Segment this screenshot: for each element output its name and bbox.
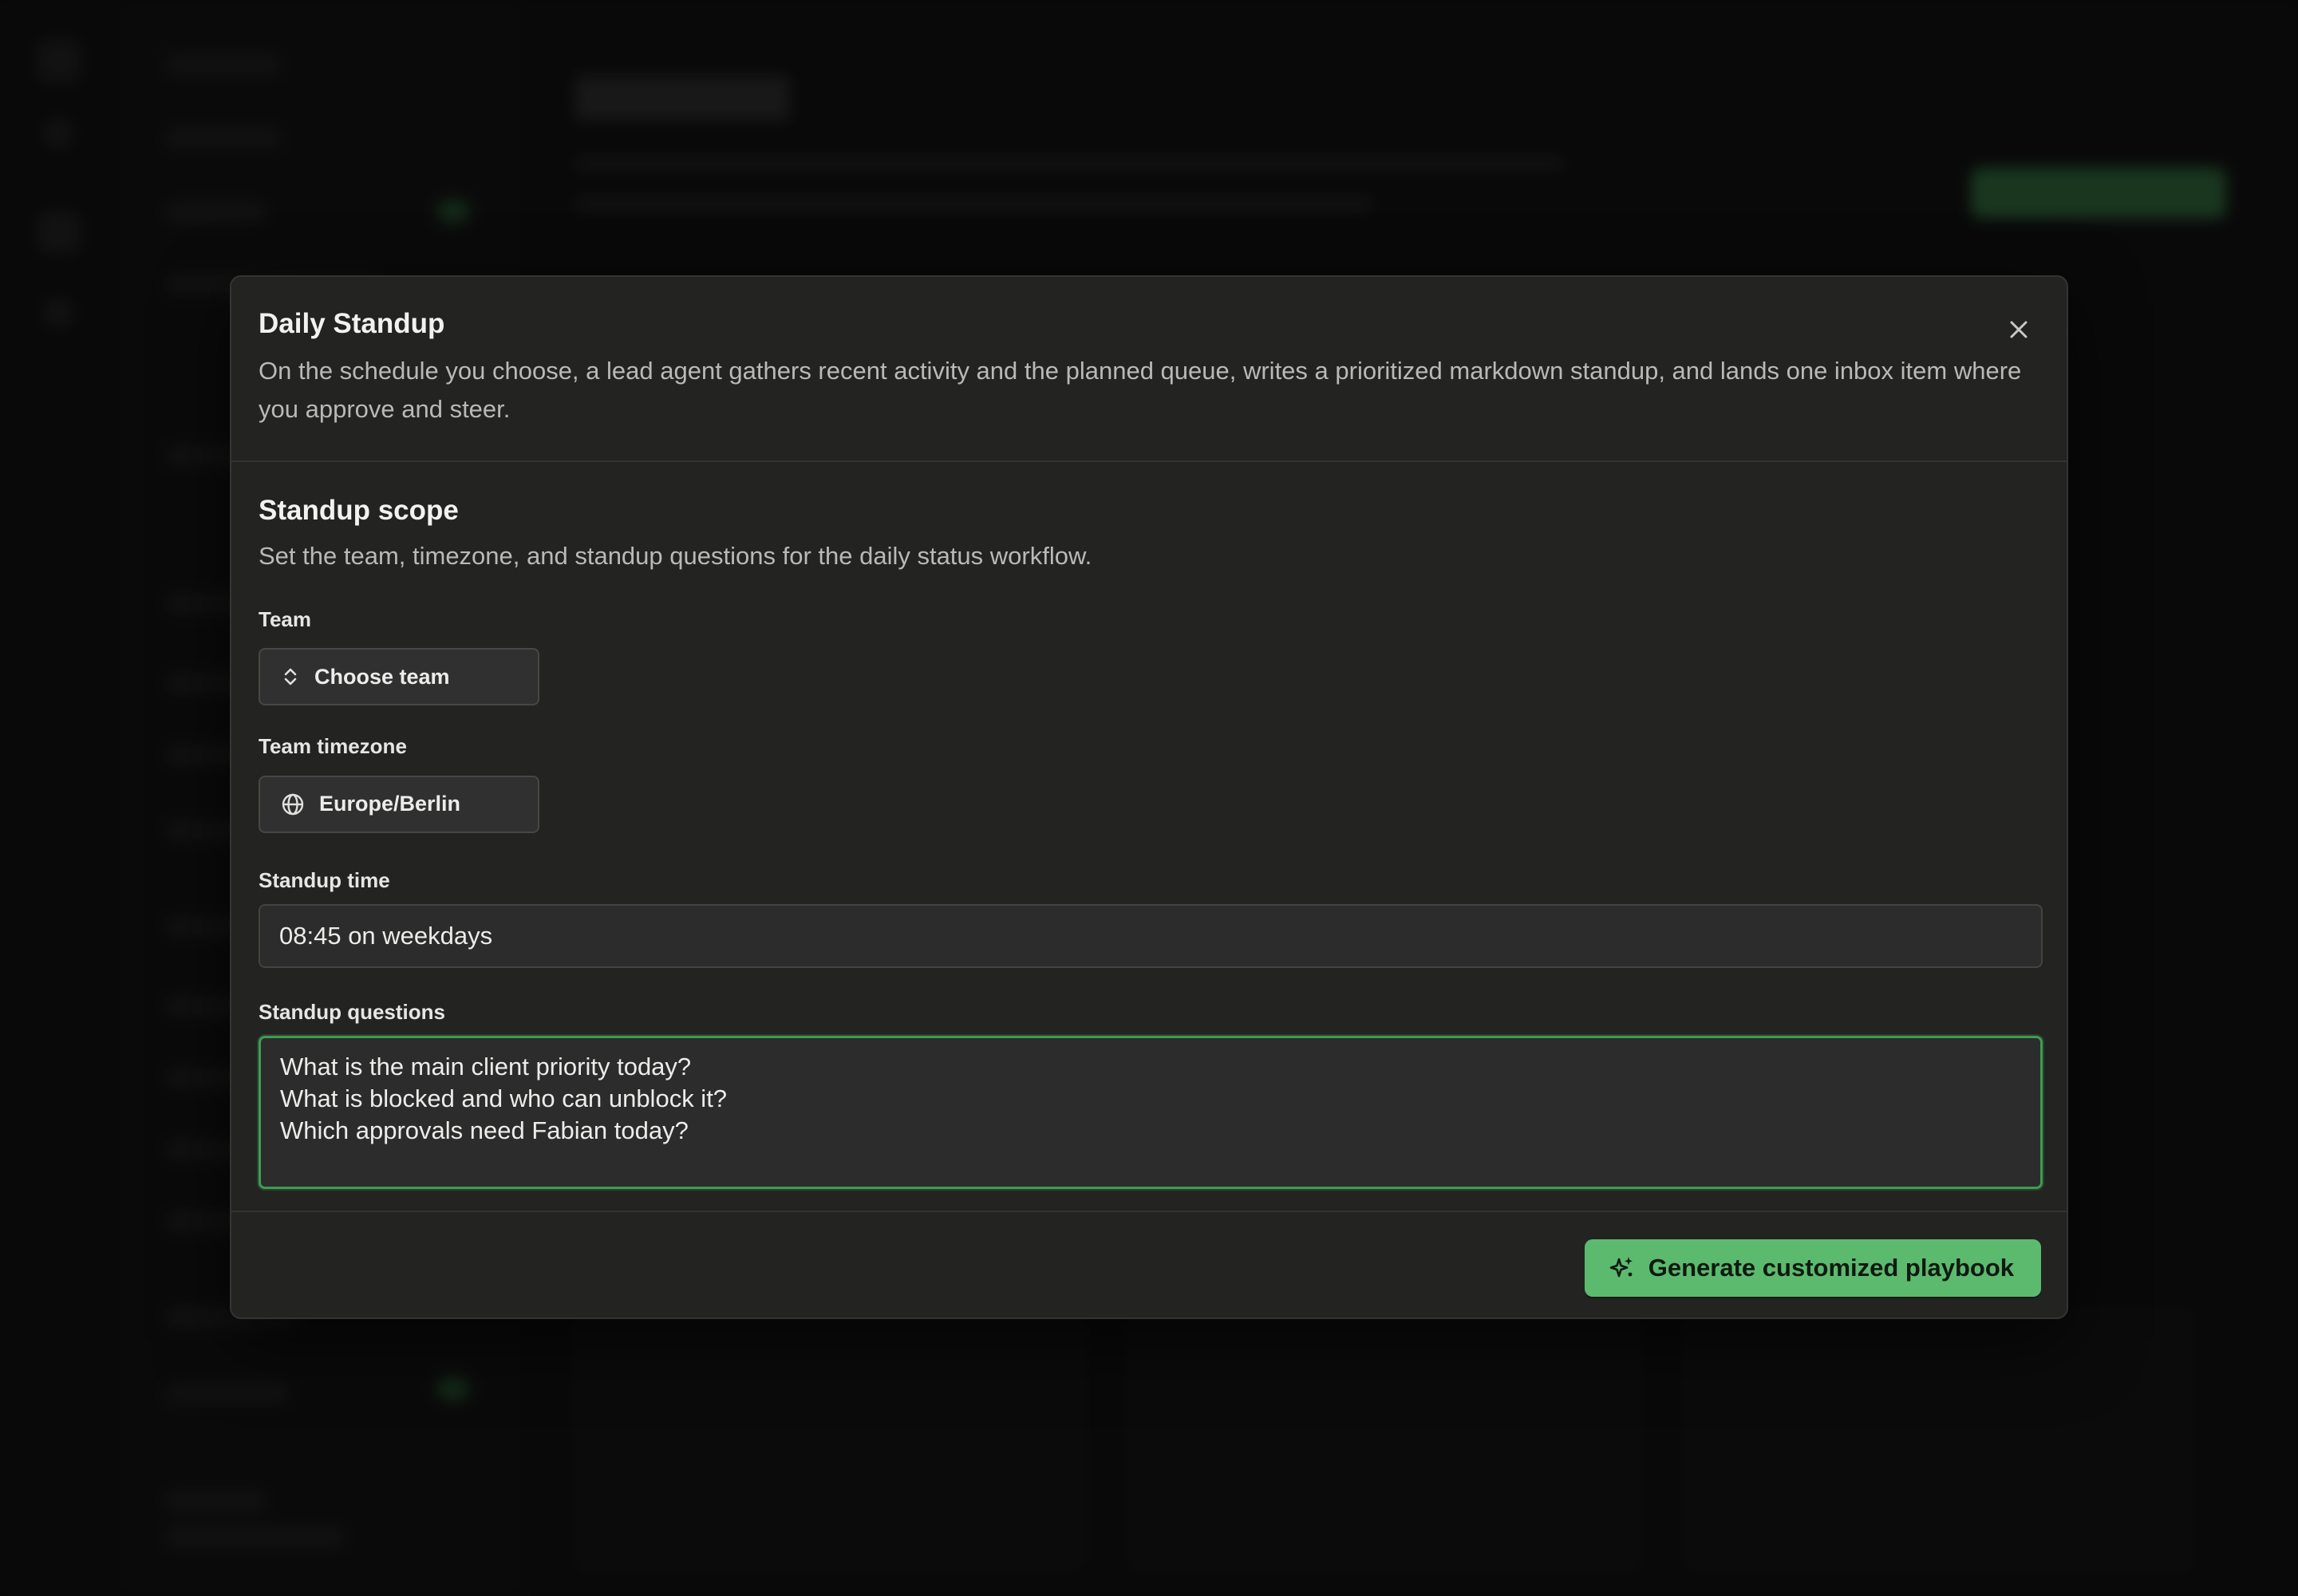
dialog-body: Standup scope Set the team, timezone, an… (231, 462, 2067, 1212)
generate-playbook-label: Generate customized playbook (1648, 1254, 2014, 1282)
question-line: What is blocked and who can unblock it? (280, 1084, 728, 1113)
timezone-label: Team timezone (259, 734, 407, 759)
section-title: Standup scope (259, 495, 459, 526)
globe-icon (282, 793, 304, 815)
standup-time-input[interactable]: 08:45 on weekdays (259, 903, 2043, 968)
daily-standup-dialog: Daily Standup On the schedule you choose… (230, 275, 2068, 1319)
question-line: What is the main client priority today? (280, 1053, 692, 1081)
team-select[interactable]: Choose team (259, 648, 539, 706)
question-line: Which approvals need Fabian today? (280, 1116, 689, 1145)
sparkles-icon (1609, 1257, 1633, 1278)
team-field: Team Choose team (259, 607, 2039, 706)
timezone-select[interactable]: Europe/Berlin (259, 775, 539, 833)
generate-playbook-button[interactable]: Generate customized playbook (1584, 1239, 2041, 1297)
standup-time-field: Standup time 08:45 on weekdays (259, 867, 2043, 968)
section-description: Set the team, timezone, and standup ques… (259, 542, 1092, 570)
standup-questions-label: Standup questions (259, 999, 445, 1024)
close-icon (2010, 321, 2028, 338)
timezone-select-value: Europe/Berlin (319, 792, 461, 816)
close-button[interactable] (2001, 312, 2036, 347)
timezone-field: Team timezone Europe/Berlin (259, 734, 2039, 833)
dialog-footer: Generate customized playbook (231, 1212, 2067, 1317)
dialog-title: Daily Standup (259, 308, 445, 339)
dialog-header: Daily Standup On the schedule you choose… (231, 277, 2067, 462)
chevron-up-down-icon (284, 669, 297, 685)
team-select-value: Choose team (314, 664, 450, 689)
standup-questions-field: Standup questions What is the main clien… (259, 999, 2043, 1190)
standup-questions-textarea[interactable]: What is the main client priority today? … (259, 1036, 2043, 1190)
team-label: Team (259, 607, 311, 632)
dialog-description: On the schedule you choose, a lead agent… (259, 357, 2022, 423)
standup-time-label: Standup time (259, 867, 390, 892)
